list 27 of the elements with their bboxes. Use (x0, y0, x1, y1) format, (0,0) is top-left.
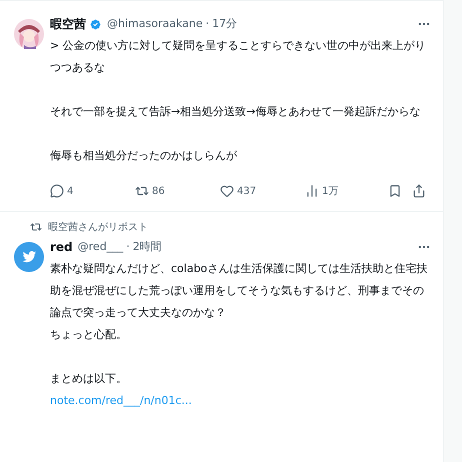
action-count: 4 (67, 184, 74, 198)
bookmark-icon[interactable] (388, 184, 402, 198)
action-count: 1万 (322, 184, 338, 198)
repost-label[interactable]: 暇空茜さんがリポスト (48, 220, 148, 234)
post-text: 侮辱も相当処分だったのかはしらんが (50, 148, 238, 164)
post-text: それで一部を捉えて告訴→相当処分送致→侮辱とあわせて一発起訴だからな (50, 104, 422, 120)
post-text: 素朴な疑問なんだけど、colaboさんは生活保護に関しては生活扶助と住宅扶 助を混ぜ混ぜにした荒っぽい運用をしてそうな気もするけど、刑事までその 論点で突っ走って大丈夫なのかな？ ちょっと心配。 (50, 261, 428, 343)
bar-chart-icon[interactable] (305, 184, 319, 198)
author-handle[interactable]: @red___ (78, 238, 124, 256)
dot-separator: · (206, 16, 210, 32)
dot-separator: · (126, 238, 130, 255)
repost-icon (30, 221, 42, 233)
post-time[interactable]: 17分 (212, 16, 238, 32)
author-name[interactable]: red (50, 238, 73, 256)
post-text: まとめは以下。 (50, 371, 128, 387)
share-icon[interactable] (412, 184, 426, 198)
action-count: 86 (152, 184, 165, 198)
action-count: 437 (237, 184, 256, 198)
bird-avatar[interactable] (14, 242, 44, 272)
author-name[interactable]: 暇空茜 (50, 15, 86, 33)
author-handle[interactable]: @himasoraakane (107, 16, 203, 32)
reply-icon[interactable] (50, 184, 64, 198)
post-text: > 公金の使い方に対して疑問を呈することすらできない世の中が出来上がり つつあるな (50, 38, 427, 76)
repost-icon[interactable] (135, 184, 149, 198)
post-time[interactable]: 2時間 (132, 238, 162, 256)
avatar-drawing[interactable] (14, 19, 44, 49)
heart-icon[interactable] (220, 184, 234, 198)
